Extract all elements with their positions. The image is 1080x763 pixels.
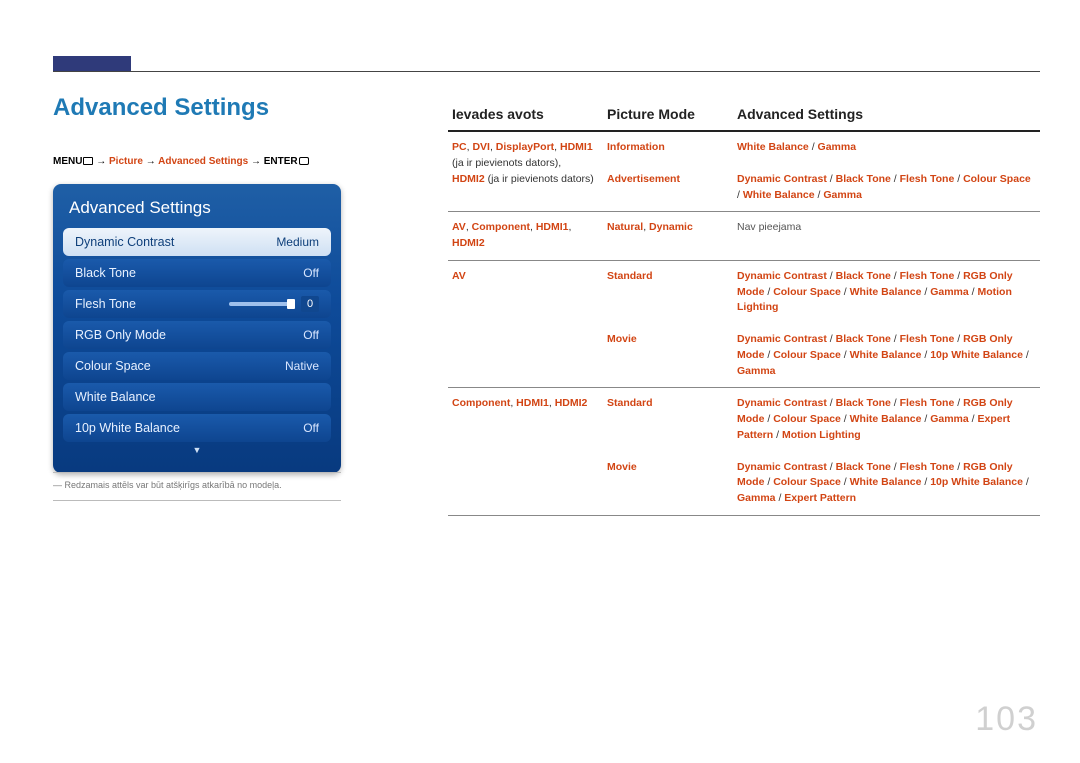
- osd-title: Advanced Settings: [63, 194, 331, 228]
- osd-label: RGB Only Mode: [75, 328, 166, 342]
- osd-panel: Advanced Settings Dynamic Contrast Medium…: [53, 184, 341, 473]
- th-source: Ievades avots: [448, 100, 603, 131]
- osd-label: White Balance: [75, 390, 156, 404]
- osd-label: 10p White Balance: [75, 421, 180, 435]
- cell-source: Component, HDMI1, HDMI2: [448, 388, 603, 516]
- cell-source: AV: [448, 260, 603, 388]
- bc-arrow2: →: [146, 156, 158, 167]
- breadcrumb: MENU → Picture → Advanced Settings → ENT…: [53, 156, 309, 167]
- bc-enter: ENTER: [264, 156, 298, 167]
- osd-row-10p-white-balance[interactable]: 10p White Balance Off: [63, 414, 331, 442]
- cell-source: PC, DVI, DisplayPort, HDMI1(ja ir pievie…: [448, 131, 603, 212]
- osd-row-white-balance[interactable]: White Balance: [63, 383, 331, 411]
- slider-value: 0: [301, 296, 319, 312]
- bc-arrow1: →: [96, 156, 109, 167]
- divider: [53, 472, 341, 473]
- osd-label: Colour Space: [75, 359, 151, 373]
- footnote: ― Redzamais attēls var būt atšķirīgs atk…: [53, 480, 282, 490]
- th-mode: Picture Mode: [603, 100, 733, 131]
- cell-adv: White Balance / Gamma: [733, 131, 1040, 164]
- slider-track[interactable]: [229, 302, 293, 306]
- osd-label: Flesh Tone: [75, 297, 136, 311]
- osd-row-dynamic-contrast[interactable]: Dynamic Contrast Medium: [63, 228, 331, 256]
- osd-value: Native: [285, 359, 319, 373]
- cell-adv: Dynamic Contrast / Black Tone / Flesh To…: [733, 452, 1040, 516]
- cell-mode: Natural, Dynamic: [603, 212, 733, 261]
- header-accent: [53, 56, 131, 71]
- cell-adv: Nav pieejama: [733, 212, 1040, 261]
- osd-row-rgb-only-mode[interactable]: RGB Only Mode Off: [63, 321, 331, 349]
- osd-label: Dynamic Contrast: [75, 235, 174, 249]
- settings-table: Ievades avots Picture Mode Advanced Sett…: [448, 100, 1040, 516]
- page-number: 103: [975, 700, 1038, 739]
- menu-icon: [83, 157, 93, 165]
- enter-icon: [299, 157, 309, 165]
- slider[interactable]: 0: [229, 296, 319, 312]
- table-row: PC, DVI, DisplayPort, HDMI1(ja ir pievie…: [448, 131, 1040, 164]
- table-row: AV, Component, HDMI1,HDMI2Natural, Dynam…: [448, 212, 1040, 261]
- bc-menu: MENU: [53, 156, 82, 167]
- cell-mode: Movie: [603, 324, 733, 388]
- chevron-down-icon[interactable]: ▼: [63, 445, 331, 455]
- cell-source: AV, Component, HDMI1,HDMI2: [448, 212, 603, 261]
- page-title: Advanced Settings: [53, 94, 269, 122]
- slider-knob[interactable]: [287, 299, 295, 309]
- cell-adv: Dynamic Contrast / Black Tone / Flesh To…: [733, 388, 1040, 452]
- bc-picture: Picture: [109, 156, 143, 167]
- osd-value: Medium: [276, 235, 319, 249]
- bc-adv: Advanced Settings: [158, 156, 248, 167]
- osd-row-colour-space[interactable]: Colour Space Native: [63, 352, 331, 380]
- cell-mode: Information: [603, 131, 733, 164]
- cell-adv: Dynamic Contrast / Black Tone / Flesh To…: [733, 324, 1040, 388]
- osd-label: Black Tone: [75, 266, 136, 280]
- osd-row-flesh-tone[interactable]: Flesh Tone 0: [63, 290, 331, 318]
- divider: [53, 500, 341, 501]
- cell-mode: Movie: [603, 452, 733, 516]
- table-row: Component, HDMI1, HDMI2StandardDynamic C…: [448, 388, 1040, 452]
- cell-adv: Dynamic Contrast / Black Tone / Flesh To…: [733, 164, 1040, 212]
- cell-mode: Advertisement: [603, 164, 733, 212]
- osd-row-black-tone[interactable]: Black Tone Off: [63, 259, 331, 287]
- osd-value: Off: [303, 421, 319, 435]
- header-rule: [53, 71, 1040, 72]
- osd-value: Off: [303, 328, 319, 342]
- cell-mode: Standard: [603, 388, 733, 452]
- bc-arrow3: →: [251, 156, 264, 167]
- osd-value: Off: [303, 266, 319, 280]
- cell-adv: Dynamic Contrast / Black Tone / Flesh To…: [733, 260, 1040, 324]
- table-row: AVStandardDynamic Contrast / Black Tone …: [448, 260, 1040, 324]
- cell-mode: Standard: [603, 260, 733, 324]
- th-adv: Advanced Settings: [733, 100, 1040, 131]
